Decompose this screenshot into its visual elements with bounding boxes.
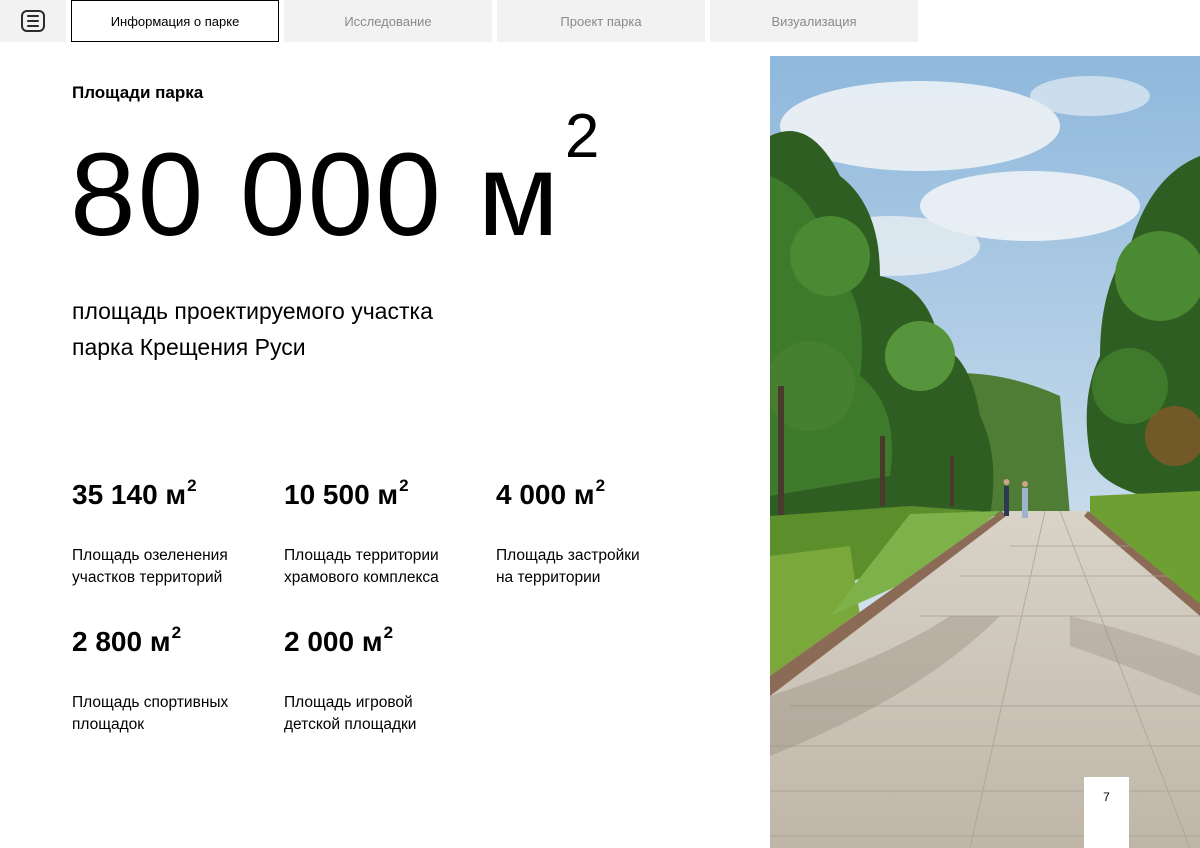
stat-buildings: 4 000 м2 Площадь застройки на территории: [496, 477, 696, 589]
total-area-number: 80 000 м: [70, 129, 561, 261]
stat-exponent: 2: [171, 623, 182, 642]
stat-description: Площадь озеленения участков территорий: [72, 547, 228, 586]
stat-description: Площадь территории храмового комплекса: [284, 547, 439, 586]
stat-value: 2 800 м2: [72, 624, 272, 657]
tab-visualization[interactable]: Визуализация: [710, 0, 918, 42]
page-number: 7: [1084, 777, 1129, 848]
stat-value: 10 500 м2: [284, 477, 484, 510]
stat-exponent: 2: [187, 476, 197, 495]
tab-park-project[interactable]: Проект парка: [497, 0, 705, 42]
stat-description: Площадь игровой детской площадки: [284, 694, 417, 733]
stat-exponent: 2: [595, 476, 606, 495]
stat-number: 4 000 м: [496, 479, 595, 510]
stat-value: 35 140 м2: [72, 477, 272, 510]
lead-line-2: парка Крещения Руси: [72, 334, 306, 360]
stat-value: 4 000 м2: [496, 477, 696, 510]
stat-temple-complex: 10 500 м2 Площадь территории храмового к…: [284, 477, 484, 589]
stat-number: 35 140 м: [72, 479, 187, 510]
section-tabs: Информация о парке Исследование Проект п…: [71, 0, 918, 42]
stat-value: 2 000 м2: [284, 624, 484, 657]
stat-number: 2 800 м: [72, 626, 171, 657]
stat-greening: 35 140 м2 Площадь озеленения участков те…: [72, 477, 272, 589]
stat-description: Площадь спортивных площадок: [72, 694, 229, 733]
stat-exponent: 2: [383, 623, 394, 642]
menu-icon: [21, 10, 45, 32]
stat-playground: 2 000 м2 Площадь игровой детской площадк…: [284, 624, 484, 736]
tab-park-info[interactable]: Информация о парке: [71, 0, 279, 42]
total-area-value: 80 000 м2: [70, 106, 601, 261]
total-area-unit-exponent: 2: [564, 102, 602, 171]
stat-exponent: 2: [399, 476, 409, 495]
stat-description: Площадь застройки на территории: [496, 547, 640, 586]
lead-line-1: площадь проектируемого участка: [72, 298, 433, 324]
total-area-description: площадь проектируемого участка парка Кре…: [72, 293, 572, 365]
park-alley-illustration: [770, 56, 1200, 848]
stat-number: 2 000 м: [284, 626, 383, 657]
stat-sports-grounds: 2 800 м2 Площадь спортивных площадок: [72, 624, 272, 736]
section-title: Площади парка: [72, 83, 204, 102]
tab-research[interactable]: Исследование: [284, 0, 492, 42]
menu-button[interactable]: [0, 0, 66, 42]
park-alley-photo: [770, 56, 1200, 848]
stat-number: 10 500 м: [284, 479, 399, 510]
